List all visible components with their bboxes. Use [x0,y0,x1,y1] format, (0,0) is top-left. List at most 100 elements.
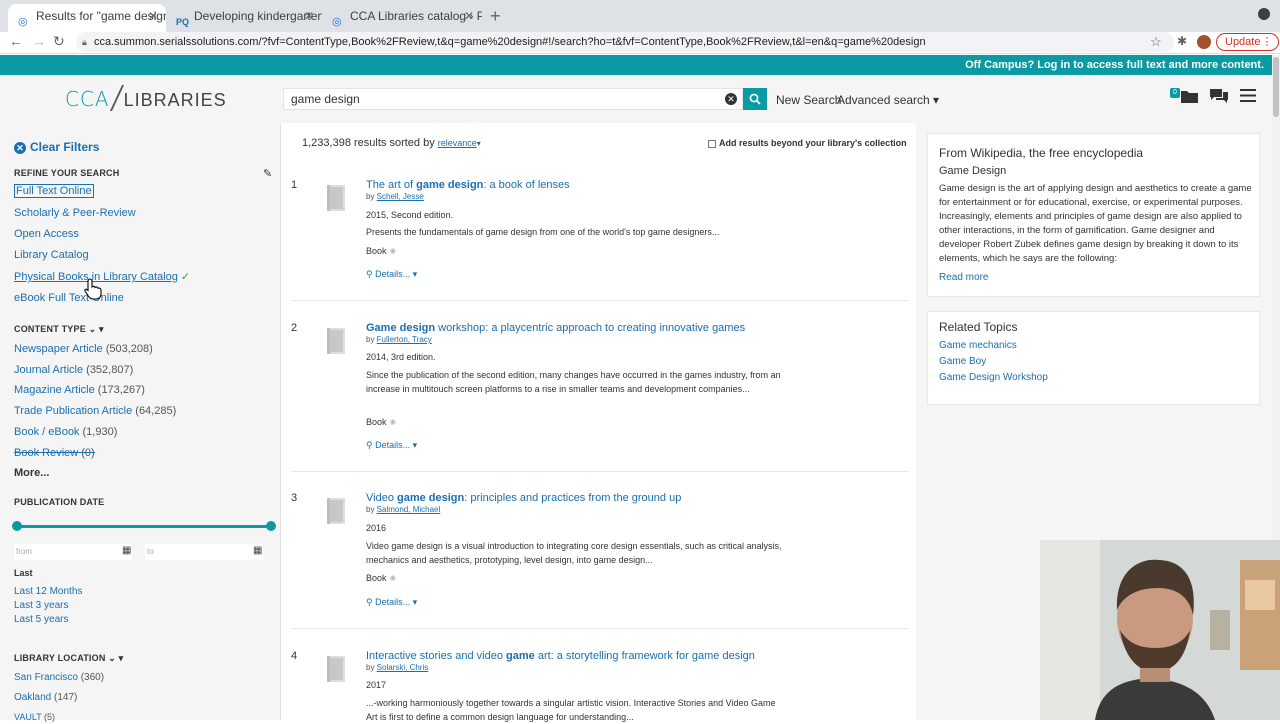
book-thumbnail-icon[interactable] [314,650,356,692]
search-button[interactable] [743,88,767,110]
extensions-icon[interactable]: ✱ [1177,34,1187,48]
off-campus-banner[interactable]: Off Campus? Log in to access full text a… [0,55,1272,75]
content-type-item[interactable]: Book / eBook (1,930) [14,426,117,438]
date-to-input[interactable]: to [145,544,263,560]
result-title-link[interactable]: The art of game design: a book of lenses [366,179,570,191]
refine-full-text-online[interactable]: Full Text Online [14,184,94,198]
book-thumbnail-icon[interactable] [314,322,356,364]
content-type-item[interactable]: Trade Publication Article (64,285) [14,405,176,417]
sort-relevance-dropdown[interactable]: relevance [438,138,477,148]
result-item: 4 Interactive stories and video game art… [290,650,908,722]
calendar-icon[interactable]: ▦ [122,545,131,556]
close-icon[interactable]: ✕ [148,4,158,28]
read-more-link[interactable]: Read more [939,272,988,283]
tab-title: Results for "game design" - CC [36,9,166,23]
url-text: cca.summon.serialssolutions.com/?fvf=Con… [94,36,926,48]
location-item[interactable]: San Francisco (360) [14,672,104,683]
book-thumbnail-icon[interactable] [314,492,356,534]
details-dropdown[interactable]: ⚲ Details... ▾ [366,597,417,608]
url-field[interactable]: 🔒︎ cca.summon.serialssolutions.com/?fvf=… [76,32,1174,52]
wikipedia-heading: From Wikipedia, the free encyclopedia [939,146,1144,160]
content-type-heading[interactable]: CONTENT TYPE ⌄ ▾ [14,324,104,335]
date-slider-max-handle[interactable] [266,521,276,531]
result-format: Book ✺ [366,417,397,427]
refine-scholarly[interactable]: Scholarly & Peer-Review [14,207,136,219]
details-dropdown[interactable]: ⚲ Details... ▾ [366,440,417,451]
new-search-link[interactable]: New Search [776,93,841,107]
refine-open-access[interactable]: Open Access [14,228,79,240]
content-type-count: (1,930) [82,426,118,438]
calendar-icon[interactable]: ▦ [253,545,262,556]
content-type-item[interactable]: Book Review (0) [14,447,95,459]
last-3-years-link[interactable]: Last 3 years [14,600,68,611]
location-item[interactable]: Oakland (147) [14,692,77,703]
back-icon[interactable]: ← [9,33,23,49]
last-12-months-link[interactable]: Last 12 Months [14,586,82,597]
clear-filters-button[interactable]: ✕ Clear Filters [14,140,99,154]
clear-search-icon[interactable]: ✕ [725,93,737,105]
chat-icon[interactable] [1210,89,1228,104]
refine-library-catalog[interactable]: Library Catalog [14,249,89,261]
related-topic-link[interactable]: Game mechanics [939,340,1017,351]
reload-icon[interactable]: ↻ [53,33,65,50]
search-input[interactable]: game design [283,88,743,110]
add-results-beyond-checkbox[interactable]: Add results beyond your library's collec… [708,138,907,148]
new-tab-icon[interactable]: + [490,6,501,27]
refine-ebook[interactable]: eBook Full Text Online [14,292,124,304]
related-topic-link[interactable]: Game Boy [939,356,986,367]
result-title-link[interactable]: Video game design: principles and practi… [366,492,681,504]
scrollbar-thumb[interactable] [1273,57,1279,117]
tab-title: CCA Libraries catalog › Placing [350,9,482,23]
profile-avatar[interactable] [1197,35,1211,49]
proquest-favicon-icon: PQ [176,17,190,27]
close-icon[interactable]: ✕ [464,4,474,28]
related-topic-link[interactable]: Game Design Workshop [939,372,1048,383]
content-type-count: (503,208) [105,343,153,355]
author-link[interactable]: Salmond, Michael [377,505,441,514]
browser-menu-icon[interactable] [1258,8,1270,20]
refine-physical-books[interactable]: Physical Books in Library Catalog ✓ [14,270,190,283]
update-button[interactable]: Update ⋮ [1216,33,1280,51]
date-slider-min-handle[interactable] [12,521,22,531]
last-heading: Last [14,568,33,578]
content-type-label: Journal Article [14,364,84,376]
author-link[interactable]: Schell, Jesse [377,192,424,201]
forward-icon[interactable]: → [32,33,46,49]
last-5-years-link[interactable]: Last 5 years [14,614,68,625]
close-icon[interactable]: ✕ [304,4,314,28]
refine-label: Full Text Online [14,184,94,198]
result-title-link[interactable]: Game design workshop: a playcentric appr… [366,322,745,334]
content-type-item[interactable]: Journal Article (352,807) [14,364,133,376]
book-thumbnail-icon[interactable] [314,179,356,221]
refine-sidebar: ✕ Clear Filters REFINE YOUR SEARCH ✎ Full… [0,123,281,722]
kebab-menu-icon: ⋮ [1261,36,1273,48]
author-link[interactable]: Solarski, Chris [377,663,429,672]
tab-catalog[interactable]: ◎ CCA Libraries catalog › Placing ✕ [322,4,482,32]
location-item[interactable]: VAULT (5) [14,712,55,722]
checkbox[interactable] [708,139,716,148]
folder-icon[interactable] [1181,89,1198,103]
content-type-label: Magazine Article [14,384,95,396]
author-link[interactable]: Fullerton, Tracy [377,335,432,344]
cca-libraries-logo[interactable]: CCA LIBRARIES [65,85,227,111]
library-location-heading[interactable]: LIBRARY LOCATION ⌄ ▾ [14,653,123,664]
hamburger-menu-icon[interactable] [1240,89,1256,102]
details-dropdown[interactable]: ⚲ Details... ▾ [366,269,417,280]
date-slider-track[interactable] [17,525,271,528]
content-type-item[interactable]: Newspaper Article (503,208) [14,343,153,355]
date-from-input[interactable]: from [14,544,132,560]
loading-spinner-icon: ✺ [389,574,397,583]
content-type-item[interactable]: Magazine Article (173,267) [14,384,145,396]
result-title-link[interactable]: Interactive stories and video game art: … [366,650,755,662]
advanced-search-dropdown[interactable]: Advanced search ▾ [837,93,939,107]
edit-pencil-icon[interactable]: ✎ [263,167,272,180]
tab-developing[interactable]: PQ Developing kindergarten stude ✕ [166,4,322,32]
content-type-label: Trade Publication Article [14,405,133,417]
more-content-types-link[interactable]: More... [14,467,49,479]
saved-items-badge: 0 [1170,88,1180,98]
logo-slash [109,85,124,111]
banner-text[interactable]: Off Campus? Log in to access full text a… [965,59,1264,71]
result-item: 2 Game design workshop: a playcentric ap… [290,322,908,462]
bookmark-star-icon[interactable]: ☆ [1150,34,1162,50]
tab-results[interactable]: ◎ Results for "game design" - CC ✕ [8,4,166,32]
